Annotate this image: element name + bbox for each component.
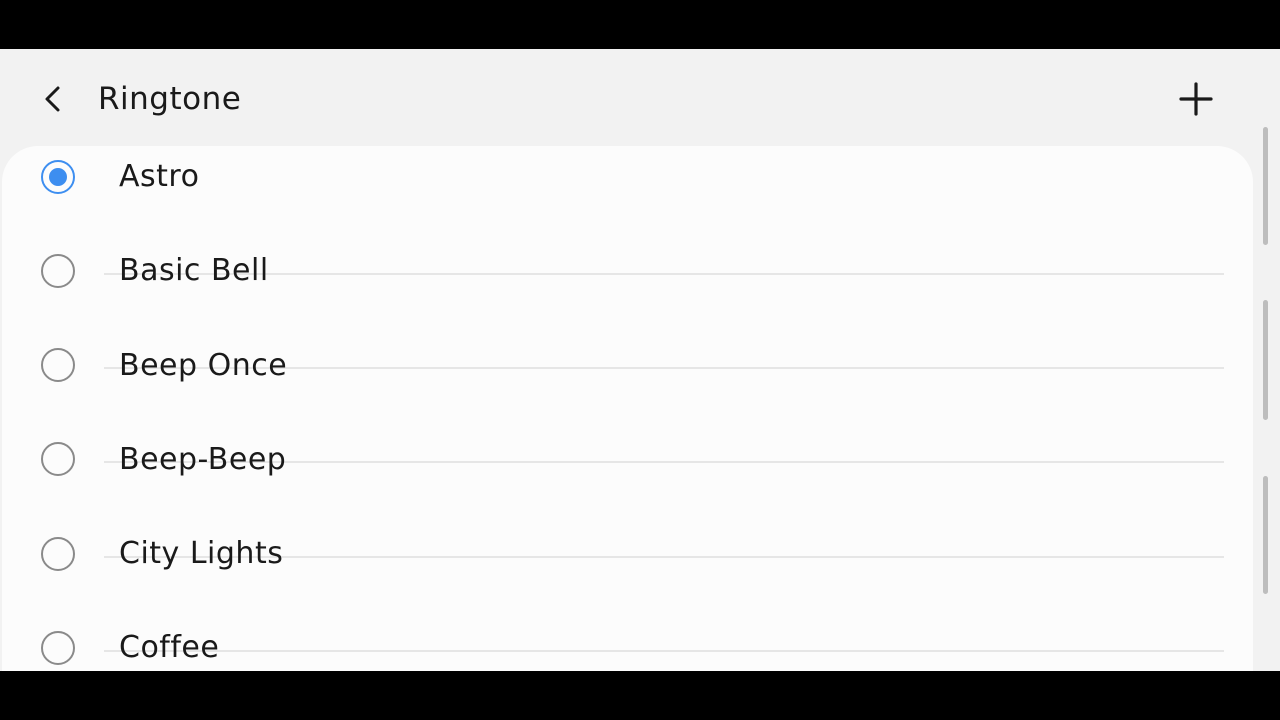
list-item-basic-bell[interactable]: Basic Bell bbox=[2, 226, 1253, 320]
bottom-black-bar bbox=[0, 671, 1280, 720]
list-item-coffee[interactable]: Coffee bbox=[2, 604, 1253, 671]
ringtone-label: Beep-Beep bbox=[119, 442, 287, 477]
list-item-city-lights[interactable]: City Lights bbox=[2, 509, 1253, 603]
ringtone-label: Beep Once bbox=[119, 348, 288, 383]
radio-button[interactable] bbox=[41, 160, 75, 194]
ringtone-screen: Ringtone Astro Basic Bell Beep Once Beep… bbox=[0, 49, 1280, 671]
list-item-beep-beep[interactable]: Beep-Beep bbox=[2, 415, 1253, 509]
ringtone-list: Astro Basic Bell Beep Once Beep-Beep Cit… bbox=[2, 146, 1253, 671]
scrollbar-segment[interactable] bbox=[1263, 300, 1268, 420]
radio-button[interactable] bbox=[41, 442, 75, 476]
list-item-beep-once[interactable]: Beep Once bbox=[2, 320, 1253, 414]
radio-button[interactable] bbox=[41, 254, 75, 288]
ringtone-label: City Lights bbox=[119, 536, 284, 571]
list-item-astro[interactable]: Astro bbox=[2, 146, 1253, 225]
ringtone-label: Coffee bbox=[119, 630, 220, 665]
top-black-bar bbox=[0, 0, 1280, 49]
add-ringtone-button[interactable] bbox=[1172, 75, 1220, 123]
back-button[interactable] bbox=[30, 75, 78, 123]
scrollbar-segment[interactable] bbox=[1263, 476, 1268, 594]
radio-button[interactable] bbox=[41, 348, 75, 382]
ringtone-label: Basic Bell bbox=[119, 253, 269, 288]
radio-button[interactable] bbox=[41, 537, 75, 571]
scrollbar-segment[interactable] bbox=[1263, 127, 1268, 245]
plus-icon bbox=[1179, 82, 1213, 116]
app-header: Ringtone bbox=[0, 49, 1280, 146]
ringtone-label: Astro bbox=[119, 159, 200, 194]
radio-button[interactable] bbox=[41, 631, 75, 665]
chevron-left-icon bbox=[45, 86, 60, 112]
page-title: Ringtone bbox=[98, 81, 242, 117]
